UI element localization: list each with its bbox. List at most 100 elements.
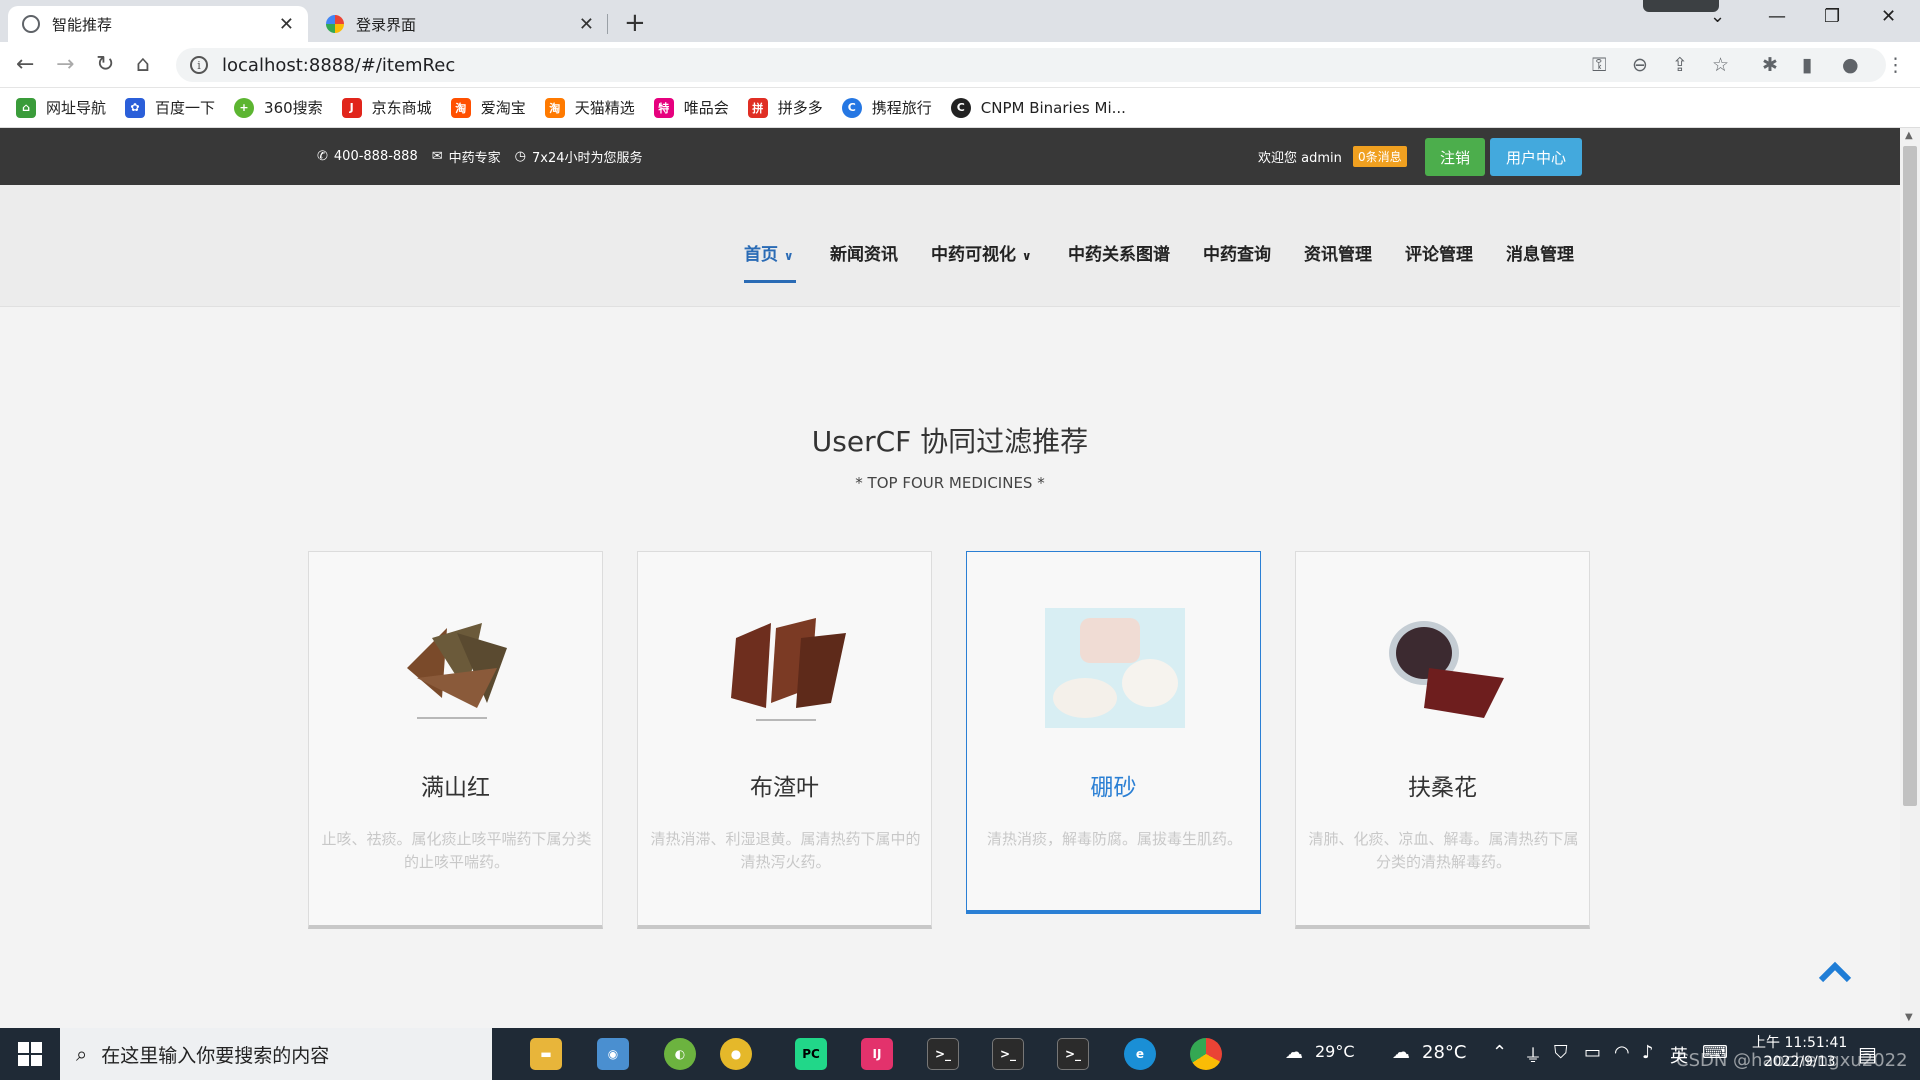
scroll-thumb[interactable] [1903, 146, 1917, 806]
terminal-icon[interactable]: >_ [992, 1038, 1024, 1070]
chrome-icon[interactable] [1190, 1038, 1222, 1070]
messages-badge[interactable]: 0条消息 [1353, 146, 1407, 167]
zoom-icon[interactable]: ⊖ [1632, 54, 1648, 76]
medicine-desc: 清热消痰，解毒防腐。属拔毒生肌药。 [986, 830, 1242, 848]
contact-phone: ✆ 400-888-888 [317, 149, 418, 164]
tab-search-icon[interactable]: ⌄ [1710, 6, 1725, 27]
medicine-name[interactable]: 扶桑花 [1296, 768, 1589, 802]
new-tab-icon[interactable]: + [624, 8, 646, 38]
back-to-top-icon[interactable] [1818, 958, 1852, 984]
csdn-watermark: CSDN @haochengxu2022 [1676, 1050, 1908, 1071]
welcome-text: 欢迎您 admin [1258, 151, 1342, 166]
bookmark-item[interactable]: C 携程旅行 [841, 97, 932, 118]
weather-icon: ☁ [1285, 1042, 1303, 1063]
section-subtitle: * TOP FOUR MEDICINES * [855, 474, 1045, 492]
terminal-icon[interactable]: >_ [1057, 1038, 1089, 1070]
address-bar[interactable]: i localhost:8888/#/itemRec [176, 48, 1886, 82]
close-icon[interactable]: ✕ [279, 14, 294, 35]
url-text[interactable]: localhost:8888/#/itemRec [222, 55, 455, 76]
app-icon[interactable]: ● [720, 1038, 752, 1070]
medicine-name[interactable]: 满山红 [309, 768, 602, 802]
chevron-down-icon: ∨ [783, 249, 794, 263]
bookmark-icon: 淘 [544, 97, 565, 118]
bookmark-item[interactable]: C CNPM Binaries Mi... [950, 97, 1126, 118]
bookmark-icon: ⌂ [16, 97, 36, 118]
side-panel-icon[interactable]: ▮ [1802, 54, 1812, 76]
nav-item-graph[interactable]: 中药关系图谱 [1068, 240, 1170, 265]
page-viewport: ✆ 400-888-888 ✉ 中药专家 ◷ 7x24小时为您服务 欢迎您 admin… [0, 128, 1900, 1028]
shield-icon[interactable]: ⛉ [1554, 1042, 1568, 1063]
profile-icon[interactable]: ● [1842, 54, 1859, 76]
page-scrollbar[interactable]: ▲ ▼ [1900, 128, 1920, 1028]
site-topbar: ✆ 400-888-888 ✉ 中药专家 ◷ 7x24小时为您服务 欢迎您 admin… [0, 128, 1900, 185]
key-icon[interactable]: ⚿ [1592, 54, 1606, 76]
medicine-desc: 清肺、化痰、凉血、解毒。属清热药下属分类的清热解毒药。 [1308, 830, 1579, 871]
globe-icon [22, 15, 40, 33]
taskbar-search[interactable]: ⌕ 在这里输入你要搜索的内容 [60, 1028, 492, 1080]
reload-icon[interactable]: ↻ [96, 52, 114, 77]
site-info-icon[interactable]: i [190, 56, 208, 74]
weather-temp-1[interactable]: 29°C [1315, 1042, 1355, 1061]
bookmark-item[interactable]: ✿ 百度一下 [125, 97, 215, 118]
bookmark-item[interactable]: 淘天猫精选 [544, 97, 635, 118]
battery-icon[interactable]: ▭ [1584, 1042, 1601, 1063]
minimize-icon[interactable]: — [1768, 6, 1786, 27]
nav-item-news-admin[interactable]: 资讯管理 [1304, 240, 1372, 265]
clock-icon: ◷ [514, 149, 526, 164]
forward-icon[interactable]: → [56, 52, 74, 77]
back-icon[interactable]: ← [16, 52, 34, 77]
medicine-desc: 清热消滞、利湿退黄。属清热药下属中的清热泻火药。 [650, 830, 921, 871]
medicine-card-hovered[interactable]: 硼砂 清热消痰，解毒防腐。属拔毒生肌药。 [966, 551, 1261, 914]
bookmark-item[interactable]: 特唯品会 [653, 97, 729, 118]
user-center-button[interactable]: 用户中心 [1490, 138, 1582, 176]
medicine-name[interactable]: 布渣叶 [638, 768, 931, 802]
chevron-up-icon[interactable]: ⌃ [1492, 1042, 1507, 1063]
bookmark-item[interactable]: ⌂ 网址导航 [16, 97, 106, 118]
menu-icon[interactable]: ⋮ [1886, 54, 1905, 76]
microphone-icon[interactable]: ⏚ [1524, 1042, 1542, 1068]
extensions-icon[interactable]: ✱ [1762, 54, 1778, 76]
bookmark-item[interactable]: 拼拼多多 [747, 97, 823, 118]
file-explorer-icon[interactable]: ▬ [530, 1038, 562, 1070]
app-icon[interactable]: ◉ [597, 1038, 629, 1070]
bookmark-item[interactable]: +360搜索 [234, 97, 323, 118]
scroll-down-icon[interactable]: ▼ [1905, 1012, 1913, 1023]
browser-toolbar: ← → ↻ ⌂ i localhost:8888/#/itemRec ⚿ ⊖ ⇪… [0, 42, 1920, 88]
medicine-card[interactable]: 满山红 止咳、祛痰。属化痰止咳平喘药下属分类的止咳平喘药。 [308, 551, 603, 929]
nav-item-messages-admin[interactable]: 消息管理 [1506, 240, 1574, 265]
bookmark-icon: 拼 [747, 97, 768, 118]
nav-item-home[interactable]: 首页 ∨ [744, 240, 794, 265]
medicine-image [716, 608, 856, 728]
logout-button[interactable]: 注销 [1425, 138, 1485, 176]
medicine-image [387, 608, 527, 728]
nav-item-comments-admin[interactable]: 评论管理 [1405, 240, 1473, 265]
share-icon[interactable]: ⇪ [1672, 54, 1688, 76]
medicine-name[interactable]: 硼砂 [967, 768, 1260, 802]
volume-icon[interactable]: ♪ [1642, 1042, 1654, 1063]
bookmark-item[interactable]: 淘爱淘宝 [450, 97, 526, 118]
medicine-card[interactable]: 布渣叶 清热消滞、利湿退黄。属清热药下属中的清热泻火药。 [637, 551, 932, 929]
restore-icon[interactable]: ❐ [1824, 6, 1840, 27]
weather-temp-2[interactable]: 28°C [1422, 1042, 1466, 1063]
terminal-icon[interactable]: >_ [927, 1038, 959, 1070]
wifi-icon[interactable]: ◠ [1614, 1042, 1630, 1063]
medicine-card[interactable]: 扶桑花 清肺、化痰、凉血、解毒。属清热药下属分类的清热解毒药。 [1295, 551, 1590, 929]
home-icon[interactable]: ⌂ [136, 52, 150, 77]
nav-item-visualization[interactable]: 中药可视化 ∨ [931, 240, 1032, 265]
chevron-down-icon: ∨ [1021, 249, 1032, 263]
intellij-icon[interactable]: IJ [861, 1038, 893, 1070]
nav-item-query[interactable]: 中药查询 [1203, 240, 1271, 265]
browser-tabstrip: 智能推荐 ✕ 登录界面 ✕ + ⌄ — ❐ ✕ [0, 0, 1920, 42]
tab-inactive[interactable]: 登录界面 ✕ [312, 6, 608, 42]
scroll-up-icon[interactable]: ▲ [1905, 130, 1913, 141]
windows-start-icon[interactable] [18, 1042, 42, 1066]
bookmark-star-icon[interactable]: ☆ [1712, 54, 1729, 76]
nav-item-news[interactable]: 新闻资讯 [830, 240, 898, 265]
edge-icon[interactable]: e [1124, 1038, 1156, 1070]
app-icon[interactable]: ◐ [664, 1038, 696, 1070]
close-icon[interactable]: ✕ [579, 14, 594, 35]
window-close-icon[interactable]: ✕ [1881, 6, 1896, 27]
tab-active[interactable]: 智能推荐 ✕ [8, 6, 308, 42]
bookmark-item[interactable]: J 京东商城 [341, 97, 432, 118]
pycharm-icon[interactable]: PC [795, 1038, 827, 1070]
